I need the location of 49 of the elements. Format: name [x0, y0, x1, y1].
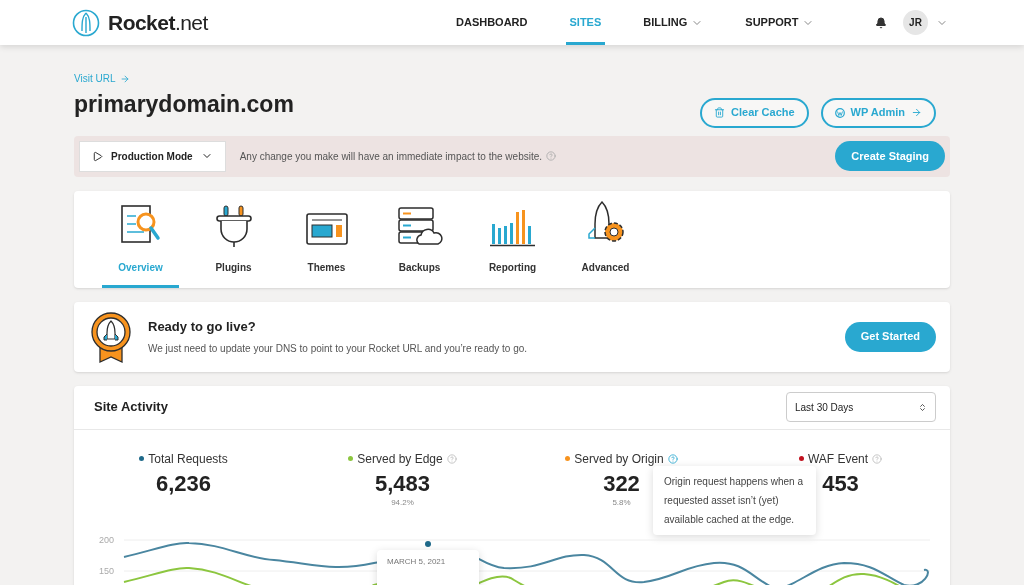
- user-avatar[interactable]: JR: [903, 10, 928, 35]
- trash-icon: [714, 107, 725, 118]
- section-tab[interactable]: Plugins: [195, 190, 272, 288]
- section-tab[interactable]: Reporting: [474, 190, 551, 288]
- bar-graph-icon: [488, 207, 537, 248]
- browser-layout-icon: [304, 211, 349, 248]
- wordpress-icon: [834, 107, 845, 118]
- activity-title: Site Activity: [94, 398, 168, 417]
- site-domain: primarydomain.com: [74, 90, 294, 119]
- mode-message: Any change you make will have an immediate impact to the website.: [239, 149, 543, 164]
- stat-label: Total Requests: [148, 450, 228, 468]
- section-tab[interactable]: Backups: [381, 190, 458, 288]
- range-select[interactable]: Last 30 Days: [786, 392, 936, 422]
- nav-link[interactable]: SUPPORT: [741, 0, 819, 45]
- arrow-right-icon: [911, 107, 922, 118]
- bell-icon[interactable]: [875, 16, 887, 29]
- stat-value: 6,236: [155, 469, 212, 497]
- info-tooltip: Origin request happens when a requested asset isn’t (yet) available cached at the edge.: [653, 465, 816, 535]
- stat-label: WAF Event: [807, 450, 869, 468]
- chart-point: [425, 540, 431, 547]
- stat-value: 453: [822, 469, 859, 497]
- mode-dropdown[interactable]: Production Mode: [79, 140, 226, 172]
- go-live-text: We just need to update your DNS to point to your Rocket URL and you’re ready to go.: [148, 341, 528, 356]
- nav-link[interactable]: BILLING: [639, 0, 708, 45]
- help-icon[interactable]: [872, 453, 883, 464]
- chart-tooltip: MARCH 5, 2021: [377, 549, 479, 585]
- arrow-right-icon: [119, 73, 130, 84]
- stat-label: Served by Origin: [574, 450, 664, 468]
- stat-value: 322: [603, 469, 640, 497]
- stat-value: 5,483: [374, 469, 431, 497]
- go-live-title: Ready to go live?: [148, 318, 257, 337]
- server-cloud-icon: [396, 205, 443, 248]
- rocket-logo-icon: [72, 8, 100, 37]
- help-icon[interactable]: [446, 453, 457, 464]
- section-tab[interactable]: Themes: [288, 190, 365, 288]
- section-tab[interactable]: Advanced: [567, 190, 644, 288]
- nav-link[interactable]: DASHBOARD: [452, 0, 532, 45]
- y-axis-label: 150: [98, 565, 114, 576]
- stat-percent: 5.8%: [612, 497, 631, 509]
- help-icon[interactable]: [667, 453, 678, 464]
- stat-label: Served by Edge: [357, 450, 443, 468]
- help-icon[interactable]: [546, 151, 557, 161]
- logo-text: Rocket.net: [108, 9, 208, 36]
- updown-chevron-icon: [918, 402, 927, 412]
- plug-icon: [213, 203, 254, 248]
- y-axis-label: 200: [98, 534, 114, 545]
- play-icon: [92, 150, 103, 162]
- stat-percent: 94.2%: [391, 497, 414, 509]
- rocket-badge-icon: [90, 310, 132, 363]
